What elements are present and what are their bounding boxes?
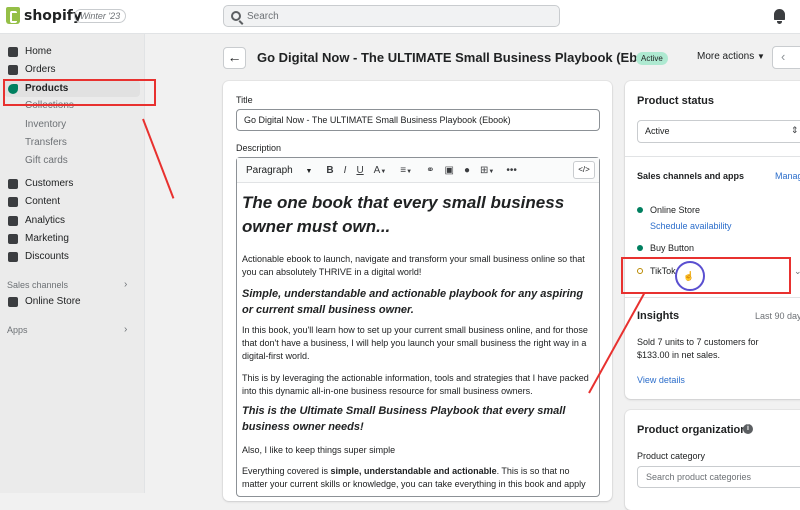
more-actions-label: More actions	[697, 51, 755, 62]
sidebar-item-online-store[interactable]: Online Store	[0, 293, 145, 310]
search-input[interactable]: Search	[223, 5, 560, 27]
product-status-title: Product status	[637, 95, 715, 107]
sidebar-item-label: Customers	[25, 178, 74, 189]
search-placeholder: Search	[247, 11, 279, 22]
highlight-box-products	[3, 79, 156, 106]
manage-link[interactable]: Manag	[775, 171, 800, 181]
published-dot-icon	[637, 245, 643, 251]
category-search-input[interactable]: Search product categories	[637, 466, 800, 488]
sidebar-item-analytics[interactable]: Analytics	[0, 212, 145, 229]
text-color-icon[interactable]: A▼	[374, 165, 387, 176]
paragraph-select[interactable]: Paragraph ▼	[246, 165, 312, 176]
sales-channels-heading: Sales channels	[7, 280, 69, 290]
image-icon[interactable]: ▣	[444, 165, 453, 176]
link-icon[interactable]: ⚭	[426, 165, 434, 176]
sidebar-item-marketing[interactable]: Marketing	[0, 230, 145, 247]
organization-title: Product organization	[637, 424, 747, 436]
sidebar-item-orders[interactable]: Orders	[0, 61, 145, 78]
insights-summary: Sold 7 units to 7 customers for $133.00 …	[637, 337, 759, 360]
content-icon	[8, 196, 18, 207]
sidebar-item-gift-cards[interactable]: Gift cards	[0, 152, 145, 169]
description-paragraph-2: In this book, you'll learn how to set up…	[242, 325, 588, 361]
edition-badge: Winter '23	[74, 9, 127, 23]
paragraph-label: Paragraph	[246, 164, 293, 176]
align-icon[interactable]: ≡▼	[400, 165, 412, 176]
orders-icon	[8, 64, 18, 75]
notification-bell-icon[interactable]	[774, 9, 785, 24]
channel-buy-button: Buy Button	[650, 243, 695, 253]
description-label: Description	[236, 143, 282, 153]
shopify-bag-icon	[6, 7, 20, 24]
status-badge: Active	[636, 52, 668, 65]
insights-range: Last 90 day	[755, 311, 800, 321]
previous-product-button[interactable]: ‹	[772, 46, 800, 69]
html-toggle-icon[interactable]: </>	[573, 161, 595, 179]
back-button[interactable]: ←	[223, 47, 246, 69]
description-paragraph-1: Actionable ebook to launch, navigate and…	[242, 254, 585, 277]
bold-icon[interactable]: B	[326, 165, 333, 176]
more-actions-button[interactable]: More actions ▼	[697, 51, 765, 62]
analytics-icon	[8, 215, 18, 226]
sidebar-item-home[interactable]: Home	[0, 43, 145, 60]
chevron-down-icon[interactable]: ⌄	[794, 266, 800, 277]
description-paragraph-4: Also, I like to keep things super simple	[242, 445, 396, 455]
view-details-link[interactable]: View details	[637, 375, 685, 385]
annotation-arrow	[142, 118, 175, 199]
published-dot-icon	[637, 207, 643, 213]
marketing-icon	[8, 233, 18, 244]
top-bar: shopify Winter '23 Search	[0, 0, 800, 34]
caret-down-icon: ▼	[757, 52, 765, 61]
sidebar-item-label: Analytics	[25, 215, 66, 226]
shopify-logo[interactable]: shopify	[6, 7, 82, 24]
customers-icon	[8, 178, 18, 189]
search-icon	[231, 11, 241, 21]
highlight-box-tiktok	[621, 257, 791, 294]
insights-title: Insights	[637, 310, 680, 322]
sidebar-item-label: Orders	[25, 64, 56, 75]
info-icon[interactable]: i	[743, 424, 753, 434]
sales-channels-title: Sales channels and apps	[637, 171, 745, 181]
more-icon[interactable]: •••	[506, 165, 517, 176]
editor-toolbar: Paragraph ▼ B I U A▼ ≡▼ ⚭ ▣ ● ⊞▼ ••• </>	[237, 158, 599, 183]
p5-text: Everything covered is	[242, 466, 331, 476]
sidebar-item-label: Marketing	[25, 233, 69, 244]
sidebar-item-label: Home	[25, 46, 52, 57]
status-select[interactable]: Active	[637, 120, 800, 143]
description-heading-2: Simple, understandable and actionable pl…	[242, 288, 584, 316]
description-heading-3: This is the Ultimate Small Business Play…	[242, 405, 566, 433]
hand-cursor-icon: ☝	[683, 271, 695, 281]
divider	[625, 156, 800, 157]
chevron-right-icon[interactable]: ›	[124, 324, 127, 335]
video-icon[interactable]: ●	[464, 165, 470, 176]
chevron-right-icon[interactable]: ›	[124, 279, 127, 290]
description-paragraph-3: This is by leveraging the actionable inf…	[242, 373, 589, 396]
title-label: Title	[236, 95, 253, 105]
description-heading-1: The one book that every small business o…	[242, 193, 565, 236]
p5-bold: simple, understandable and actionable	[330, 466, 497, 476]
channel-online-store: Online Store	[650, 205, 701, 215]
sidebar-item-customers[interactable]: Customers	[0, 175, 145, 192]
sidebar-item-discounts[interactable]: Discounts	[0, 248, 145, 265]
category-label: Product category	[637, 451, 706, 461]
underline-icon[interactable]: U	[356, 165, 363, 176]
description-paragraph-5: Everything covered is simple, understand…	[242, 465, 594, 491]
table-icon[interactable]: ⊞▼	[480, 165, 494, 176]
divider	[625, 297, 800, 298]
title-field[interactable]: Go Digital Now - The ULTIMATE Small Busi…	[236, 109, 600, 131]
sidebar-item-label: Discounts	[25, 251, 69, 262]
sidebar-item-label: Content	[25, 196, 61, 207]
discounts-icon	[8, 251, 18, 262]
home-icon	[8, 46, 18, 57]
sidebar-item-inventory[interactable]: Inventory	[0, 116, 145, 133]
store-icon	[8, 296, 18, 307]
sidebar-item-content[interactable]: Content	[0, 193, 145, 210]
sidebar-item-label: Online Store	[25, 296, 81, 307]
apps-heading: Apps	[7, 325, 28, 335]
italic-icon[interactable]: I	[344, 165, 347, 176]
select-arrows-icon: ⇕	[791, 125, 799, 135]
sidebar-item-transfers[interactable]: Transfers	[0, 134, 145, 151]
schedule-availability-link[interactable]: Schedule availability	[650, 221, 732, 231]
page-title: Go Digital Now - The ULTIMATE Small Busi…	[257, 50, 665, 65]
